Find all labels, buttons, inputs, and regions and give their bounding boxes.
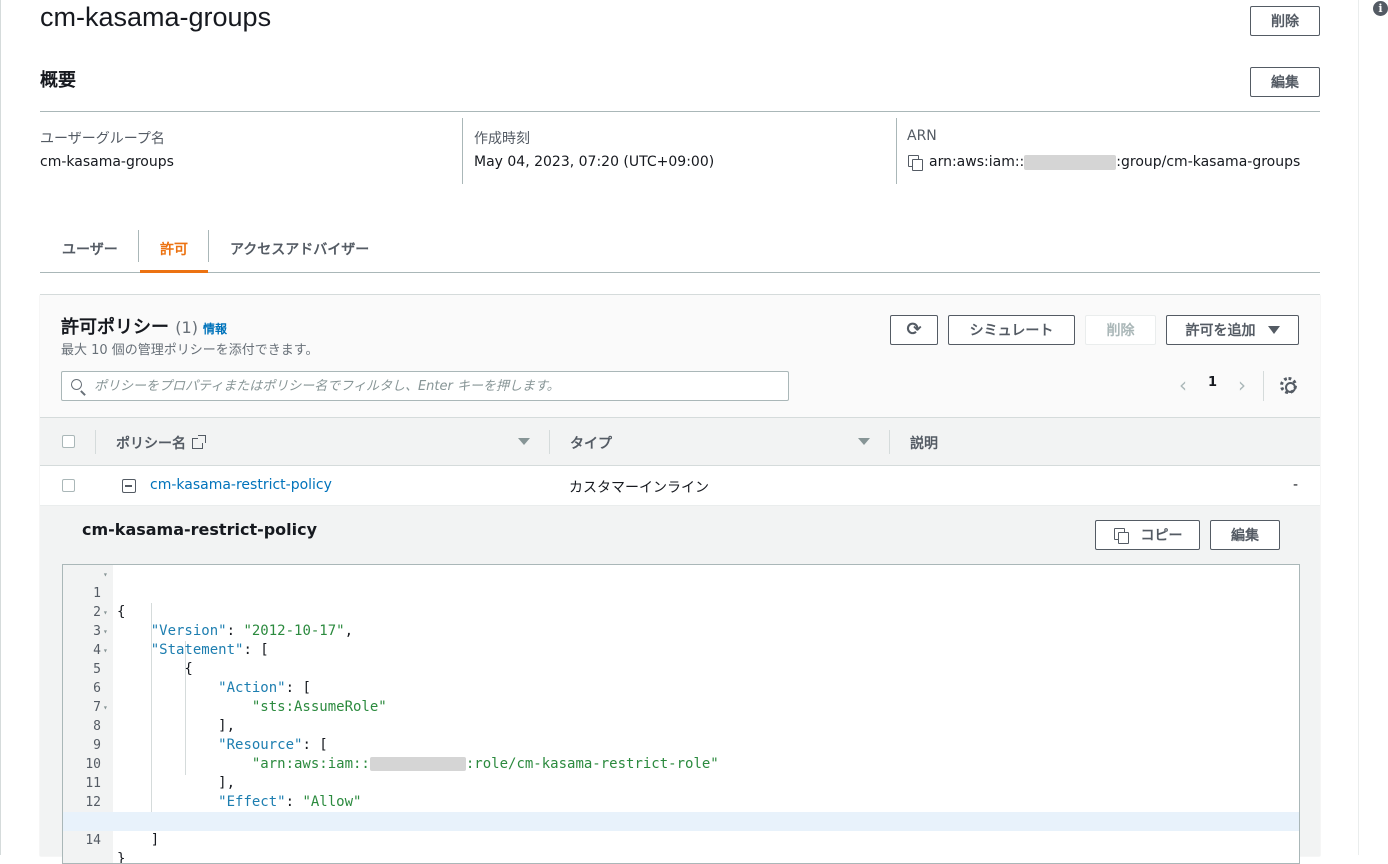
copy-label: コピー (1140, 528, 1183, 544)
page-left-border (0, 0, 1, 855)
code-line: 6 "sts:AssumeRole" (63, 660, 1299, 715)
sort-caret-icon[interactable] (858, 438, 870, 445)
pager-divider (1263, 371, 1264, 401)
policies-title: 許可ポリシー (1) (61, 313, 198, 339)
created-time-value: May 04, 2023, 07:20 (UTC+09:00) (474, 154, 715, 170)
field-divider (462, 118, 463, 184)
fold-icon[interactable]: ▾ (103, 641, 108, 660)
policy-name-link[interactable]: cm-kasama-restrict-policy (150, 477, 332, 493)
table-row: cm-kasama-restrict-policy カスタマーインライン - (40, 466, 1320, 506)
fold-icon[interactable]: ▾ (103, 603, 108, 622)
code-line: 4 ▾ { (63, 622, 1299, 677)
arn-prefix: arn:aws:iam:: (929, 154, 1025, 170)
copy-icon (1113, 527, 1129, 544)
fold-icon[interactable]: ▾ (103, 698, 108, 717)
code-line: 5 ▾ "Action": [ (63, 641, 1299, 696)
fold-icon[interactable]: ▾ (103, 565, 108, 584)
arn-suffix: :group/cm-kasama-groups (1116, 154, 1301, 170)
chevron-left-icon[interactable]: ‹ (1173, 375, 1193, 396)
column-divider (889, 430, 890, 454)
tab-users[interactable]: ユーザー (62, 226, 118, 272)
policy-search-input[interactable] (92, 372, 782, 400)
policy-json-editor[interactable]: 1 ▾ { 2 "Version": "2012-10-17", 3 ▾ "Stat… (62, 564, 1300, 864)
summary-title: 概要 (40, 70, 76, 91)
redacted-account-id (1024, 154, 1117, 170)
fold-icon[interactable]: ▾ (103, 622, 108, 641)
code-line: 2 "Version": "2012-10-17", (63, 584, 1299, 639)
arn-field: ARN arn:aws:iam:: :group/cm-kasama-group… (907, 118, 1317, 184)
copy-button[interactable]: コピー (1095, 520, 1200, 550)
column-description: 説明 (910, 436, 938, 452)
tab-divider (208, 230, 209, 262)
add-permissions-button[interactable]: 許可を追加 (1166, 315, 1299, 345)
tab-access-advisor[interactable]: アクセスアドバイザー (230, 226, 369, 272)
simulate-button[interactable]: シミュレート (948, 315, 1075, 345)
policy-detail-title: cm-kasama-restrict-policy (82, 520, 318, 539)
line-number: 14 (85, 833, 101, 848)
caret-down-icon (1267, 326, 1280, 334)
search-icon (71, 379, 82, 390)
column-divider (95, 430, 96, 454)
field-divider (896, 118, 897, 184)
code-line: 3 ▾ "Statement": [ (63, 603, 1299, 658)
code-line: 13 ] (63, 793, 1299, 848)
code-line: 12 } (63, 774, 1299, 829)
summary-divider (40, 111, 1320, 112)
tab-bar: ユーザー 許可 アクセスアドバイザー (40, 226, 1320, 273)
row-checkbox[interactable] (62, 479, 75, 492)
table-header: ポリシー名 タイプ 説明 (40, 417, 1320, 466)
help-panel-rail: i (1358, 0, 1388, 855)
policy-detail: cm-kasama-restrict-policy コピー 編集 1 ▾ { 2 … (40, 506, 1320, 864)
sort-caret-icon[interactable] (518, 438, 530, 445)
column-divider (549, 430, 550, 454)
gear-icon[interactable] (1280, 377, 1297, 394)
code-line: 9 "arn:aws:iam:::role/cm-kasama-restrict… (63, 717, 1299, 772)
policies-title-text: 許可ポリシー (61, 317, 169, 338)
tab-divider (138, 230, 139, 262)
page-title: cm-kasama-groups (40, 2, 272, 32)
chevron-right-icon[interactable]: › (1232, 375, 1252, 396)
column-policy-name[interactable]: ポリシー名 (116, 433, 206, 453)
code-line: 11 "Effect": "Allow" (63, 755, 1299, 810)
info-icon[interactable]: i (1373, 1, 1388, 16)
policies-count: (1) (175, 318, 198, 337)
policy-type: カスタマーインライン (569, 480, 709, 496)
collapse-icon[interactable] (122, 479, 136, 493)
arn-label: ARN (907, 128, 937, 144)
code-line: 8 ▾ "Resource": [ (63, 698, 1299, 753)
code-line: 7 ], (63, 679, 1299, 734)
arn-value: arn:aws:iam:: :group/cm-kasama-groups (907, 154, 1301, 171)
copy-icon[interactable] (907, 154, 923, 171)
delete-group-button[interactable]: 削除 (1250, 6, 1320, 36)
column-type[interactable]: タイプ (570, 433, 612, 453)
policy-filter (61, 371, 789, 401)
column-policy-name-label: ポリシー名 (116, 436, 186, 452)
policy-description: - (1293, 477, 1299, 493)
code-line: 10 ], (63, 736, 1299, 791)
permissions-policies-panel: 許可ポリシー (1) 情報 最大 10 個の管理ポリシーを添付できます。 ⟳ シ… (40, 294, 1320, 864)
edit-summary-button[interactable]: 編集 (1250, 67, 1320, 97)
created-time-field: 作成時刻 May 04, 2023, 07:20 (UTC+09:00) (474, 118, 884, 184)
external-link-icon (192, 434, 206, 449)
info-link[interactable]: 情報 (203, 320, 227, 337)
created-time-label: 作成時刻 (474, 131, 530, 147)
refresh-button[interactable]: ⟳ (890, 315, 938, 345)
policies-description: 最大 10 個の管理ポリシーを添付できます。 (61, 343, 319, 358)
refresh-icon: ⟳ (906, 319, 922, 340)
code-content: 1 ▾ { 2 "Version": "2012-10-17", 3 ▾ "Stat… (63, 565, 1299, 863)
add-permissions-label: 許可を追加 (1185, 323, 1256, 339)
code-line: 1 ▾ { (63, 565, 1299, 620)
page-number[interactable]: 1 (1208, 375, 1217, 390)
delete-policy-button[interactable]: 削除 (1085, 315, 1156, 345)
group-name-label: ユーザーグループ名 (40, 131, 165, 147)
code-line: 14 } (63, 812, 1299, 863)
tab-permissions[interactable]: 許可 (140, 226, 208, 273)
line-text: } (117, 851, 126, 864)
select-all-checkbox[interactable] (62, 435, 75, 448)
group-name-value: cm-kasama-groups (40, 154, 174, 170)
edit-policy-button[interactable]: 編集 (1210, 520, 1280, 550)
group-name-field: ユーザーグループ名 cm-kasama-groups (40, 118, 450, 184)
